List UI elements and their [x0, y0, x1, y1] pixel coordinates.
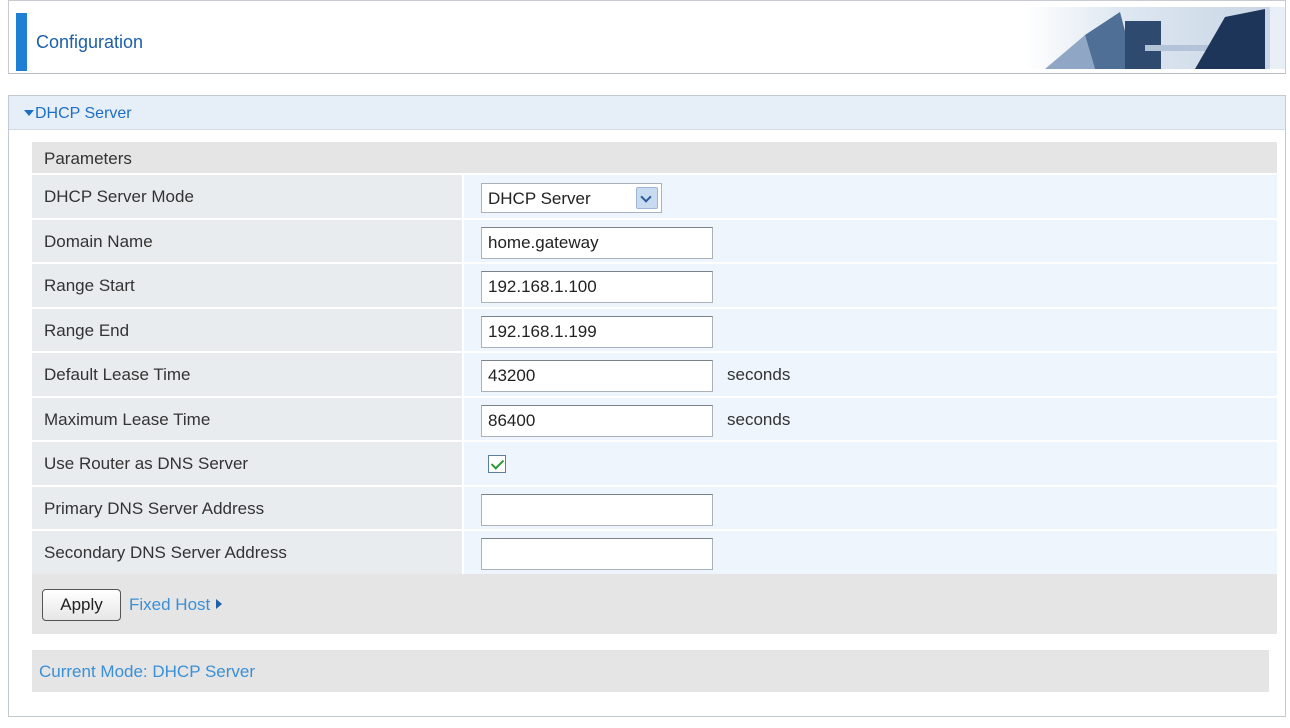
parameters-table: Parameters DHCP Server Mode DHCP Server …	[32, 142, 1277, 576]
range-start-row: Range Start	[32, 264, 1277, 309]
maximum-lease-time-unit: seconds	[727, 409, 791, 429]
banner-accent-bar	[16, 13, 27, 71]
dhcp-server-mode-select[interactable]: DHCP Server	[481, 183, 662, 213]
range-start-label: Range Start	[44, 276, 135, 295]
use-router-dns-label: Use Router as DNS Server	[44, 454, 249, 473]
panel-title: DHCP Server	[35, 105, 132, 122]
default-lease-time-unit: seconds	[727, 365, 791, 384]
panel-header[interactable]: DHCP Server	[9, 96, 1285, 130]
default-lease-time-row: Default Lease Time seconds	[32, 353, 1277, 398]
maximum-lease-time-label: Maximum Lease Time	[44, 409, 211, 429]
secondary-dns-label: Secondary DNS Server Address	[44, 543, 287, 562]
status-bar: Current Mode: DHCP Server	[32, 650, 1269, 692]
fixed-host-label: Fixed Host	[129, 595, 211, 614]
use-router-dns-row: Use Router as DNS Server	[32, 442, 1277, 487]
apply-button[interactable]: Apply	[42, 589, 121, 621]
dhcp-server-panel: DHCP Server Parameters DHCP Server Mode …	[8, 95, 1286, 717]
secondary-dns-input[interactable]	[481, 538, 713, 570]
config-banner: Configuration	[8, 0, 1286, 74]
banner-office-image	[1025, 7, 1285, 69]
dhcp-server-mode-row: DHCP Server Mode DHCP Server	[32, 175, 1277, 220]
use-router-dns-checkbox[interactable]	[488, 455, 506, 473]
domain-name-row: Domain Name	[32, 219, 1277, 264]
triangle-down-icon[interactable]	[24, 110, 34, 116]
checkmark-icon	[490, 456, 505, 470]
range-end-label: Range End	[44, 320, 130, 340]
triangle-right-icon	[216, 599, 223, 609]
fixed-host-link[interactable]: Fixed Host	[129, 595, 223, 615]
range-end-row: Range End	[32, 308, 1277, 353]
actions-bar: Apply Fixed Host	[32, 574, 1277, 634]
domain-name-label: Domain Name	[44, 231, 153, 251]
page-title: Configuration	[36, 32, 144, 52]
range-start-input[interactable]	[481, 271, 713, 303]
primary-dns-input[interactable]	[481, 493, 713, 526]
default-lease-time-input[interactable]	[481, 360, 713, 392]
dhcp-server-mode-label: DHCP Server Mode	[44, 187, 194, 206]
range-end-input[interactable]	[481, 315, 713, 348]
primary-dns-label: Primary DNS Server Address	[44, 498, 265, 518]
maximum-lease-time-row: Maximum Lease Time seconds	[32, 397, 1277, 442]
maximum-lease-time-input[interactable]	[481, 404, 713, 437]
parameters-header-row: Parameters	[32, 142, 1277, 175]
select-value: DHCP Server	[488, 189, 591, 208]
default-lease-time-label: Default Lease Time	[44, 365, 191, 384]
chevron-down-icon[interactable]	[636, 187, 658, 209]
current-mode-text: Current Mode: DHCP Server	[39, 662, 256, 681]
parameters-header: Parameters	[44, 149, 132, 168]
domain-name-input[interactable]	[481, 226, 713, 259]
primary-dns-row: Primary DNS Server Address	[32, 486, 1277, 531]
secondary-dns-row: Secondary DNS Server Address	[32, 531, 1277, 576]
